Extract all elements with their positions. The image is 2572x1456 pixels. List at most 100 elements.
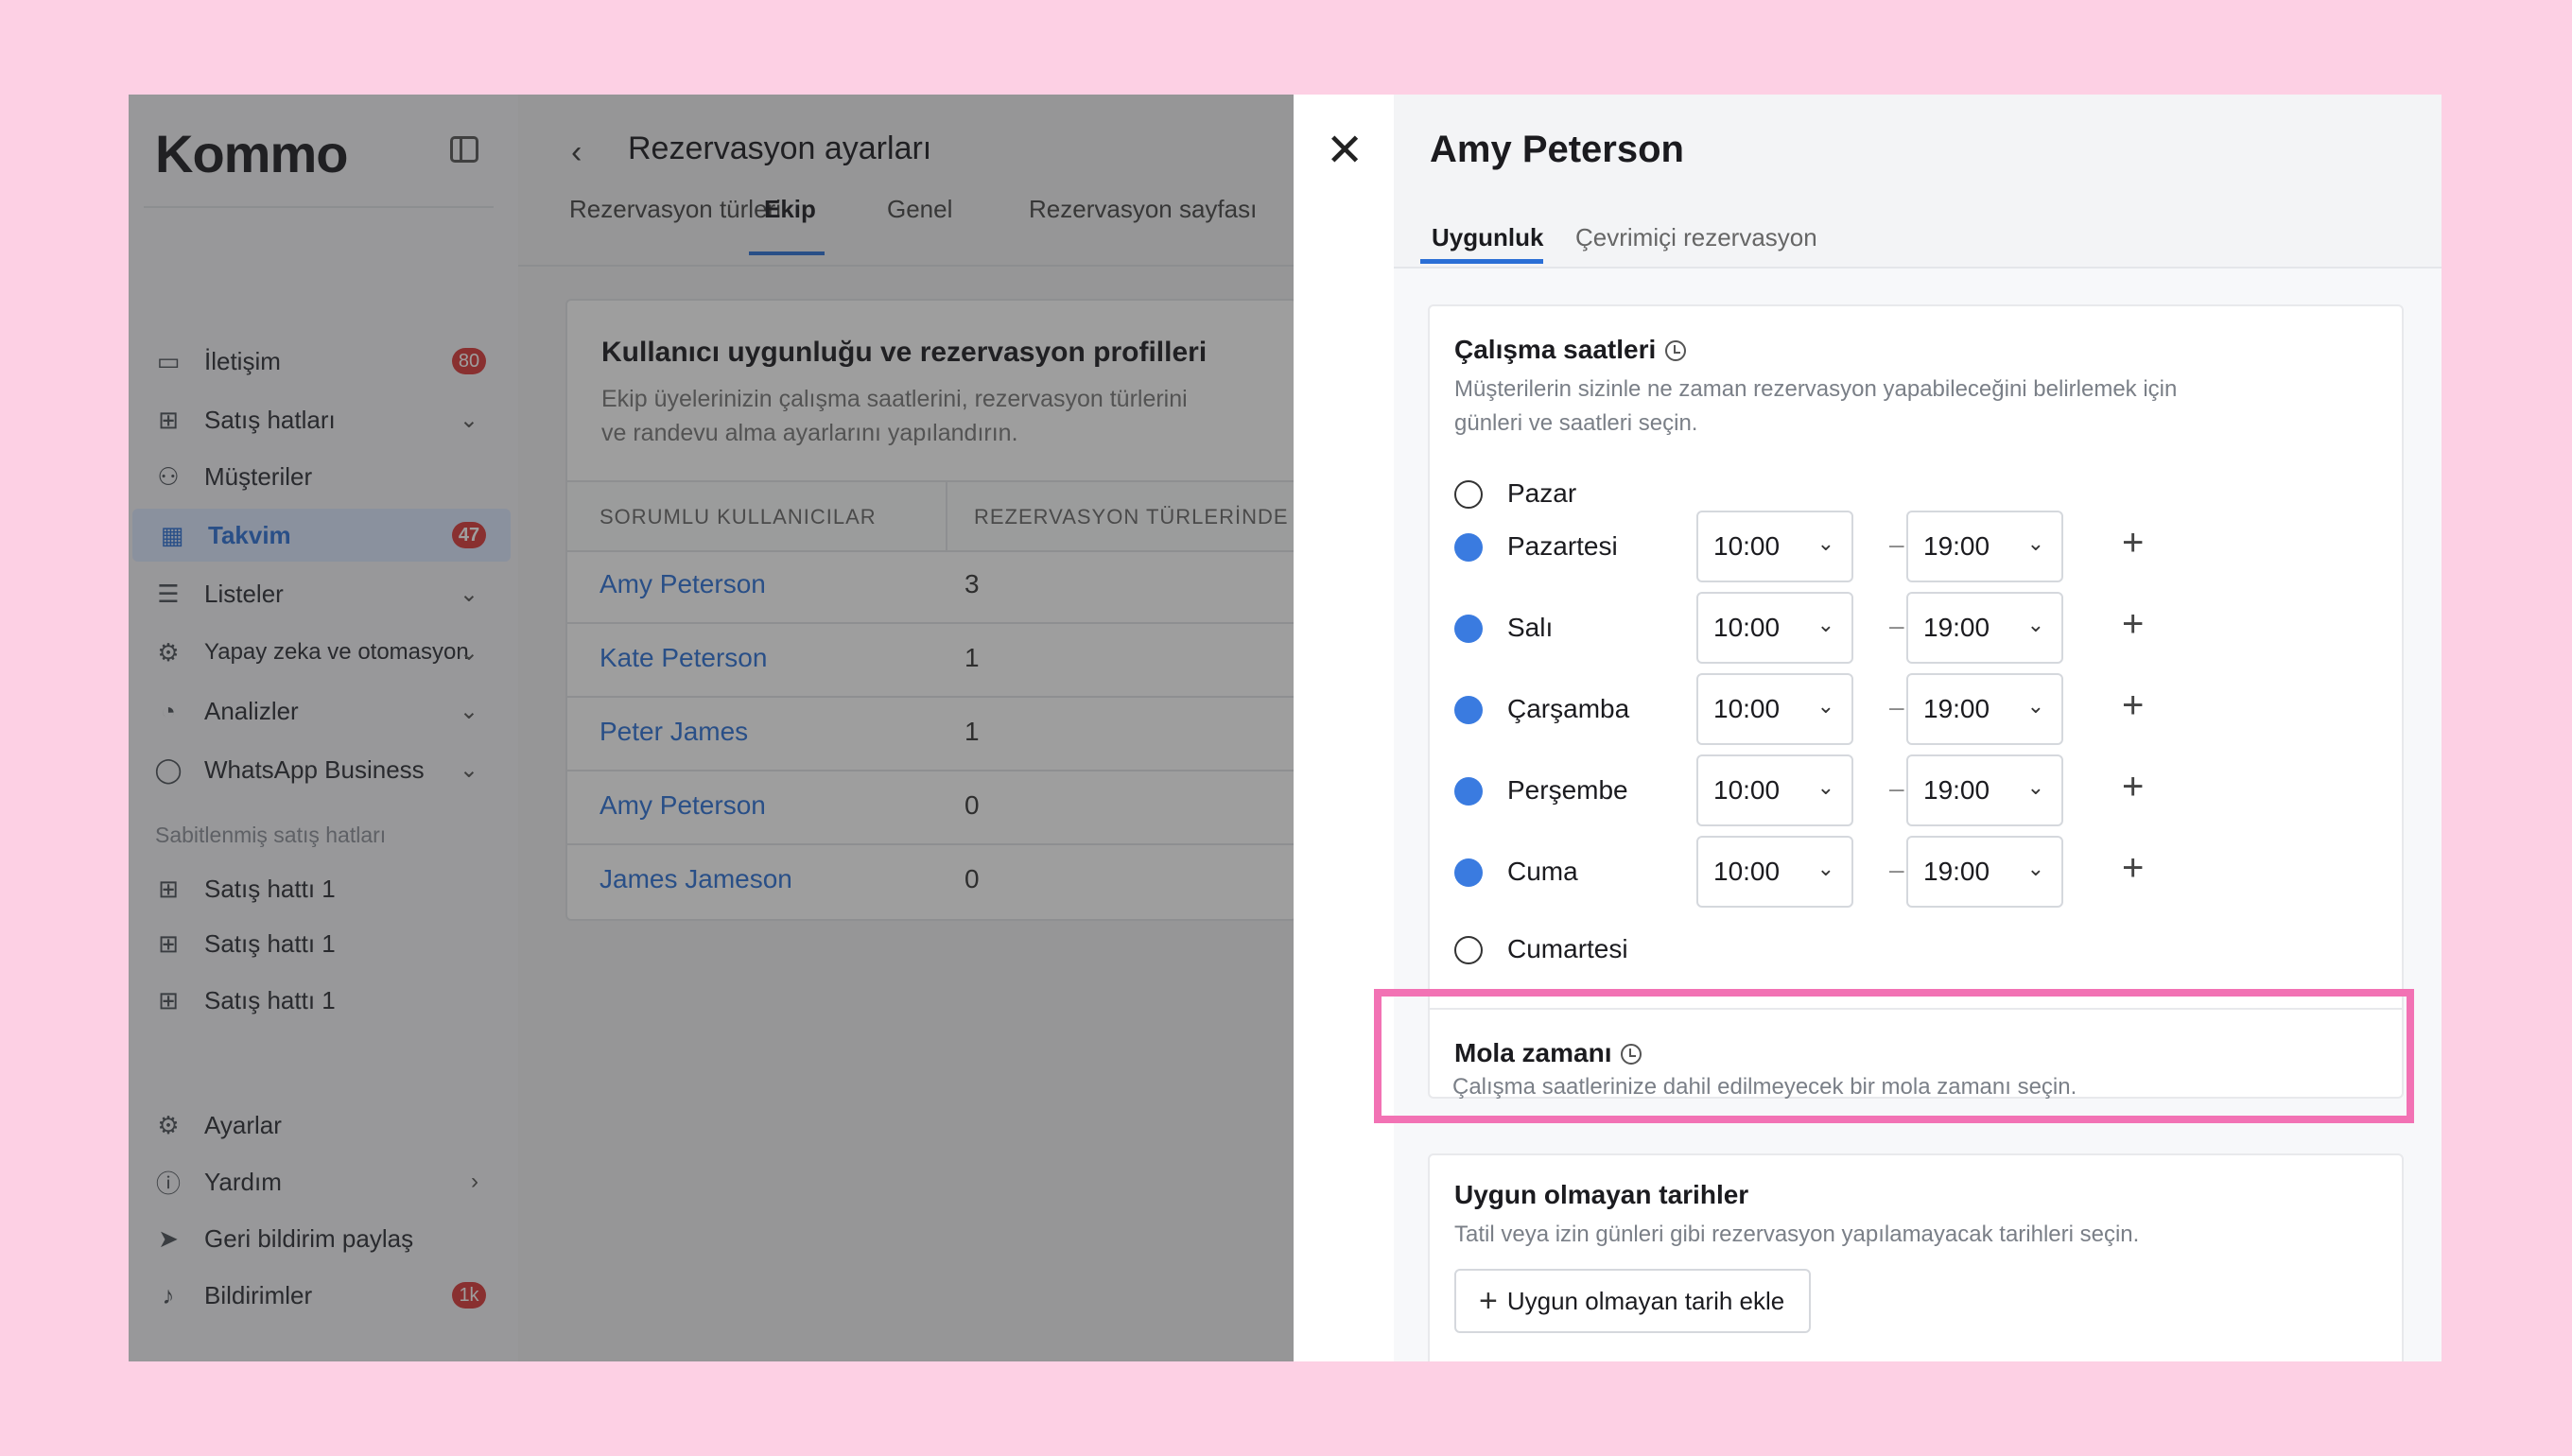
chevron-down-icon: ⌄ bbox=[459, 581, 478, 607]
chevron-down-icon: ⌄ bbox=[1816, 857, 1834, 880]
add-unavailable-date-button[interactable]: + Uygun olmayan tarih ekle bbox=[1454, 1269, 1812, 1333]
working-hours-title: Çalışma saatleri bbox=[1454, 335, 1657, 364]
chevron-down-icon: ⌄ bbox=[459, 757, 478, 783]
count-badge: 47 bbox=[452, 522, 486, 548]
end-time-select[interactable]: 19:00 ⌄ bbox=[1906, 836, 2063, 908]
user-link[interactable]: Peter James bbox=[600, 717, 748, 747]
card-description-line: Ekip üyelerinizin çalışma saatlerini, re… bbox=[601, 386, 1188, 412]
sidebar-item-bildirimler[interactable]: ♪ Bildirimler 1k bbox=[129, 1269, 511, 1322]
sidebar-item-geri-bildirim[interactable]: ➤ Geri bildirim paylaş bbox=[129, 1212, 511, 1265]
sidebar-item-label: Geri bildirim paylaş bbox=[204, 1223, 414, 1253]
card-description-line: ve randevu alma ayarlarını yapılandırın. bbox=[601, 420, 1018, 446]
sidebar-item-ayarlar[interactable]: ⚙ Ayarlar bbox=[129, 1099, 511, 1152]
pinned-pipeline[interactable]: ⊞ Satış hattı 1 bbox=[129, 917, 511, 970]
panel-header: Amy Peterson Uygunluk Çevrimiçi rezervas… bbox=[1394, 95, 2442, 269]
booking-type-count: 0 bbox=[964, 790, 980, 820]
sidebar-item-label: Analizler bbox=[204, 696, 299, 725]
back-chevron-icon[interactable]: ‹ bbox=[571, 134, 582, 171]
day-toggle[interactable] bbox=[1454, 858, 1483, 887]
user-link[interactable]: Kate Peterson bbox=[600, 643, 767, 673]
card-description: Ekip üyelerinizin çalışma saatlerini, re… bbox=[601, 382, 1244, 450]
day-toggle[interactable] bbox=[1454, 480, 1483, 509]
tab-cevrimici-rezervasyon[interactable]: Çevrimiçi rezervasyon bbox=[1575, 223, 1817, 252]
close-icon[interactable]: ✕ bbox=[1326, 129, 1364, 174]
table-row[interactable]: Kate Peterson 1 bbox=[567, 622, 1295, 698]
sidebar-item-iletisim[interactable]: ▭ İletişim 80 bbox=[129, 335, 511, 388]
user-link[interactable]: Amy Peterson bbox=[600, 569, 766, 599]
user-link[interactable]: James Jameson bbox=[600, 864, 792, 894]
pinned-pipeline[interactable]: ⊞ Satış hattı 1 bbox=[129, 862, 511, 915]
list-icon: ☰ bbox=[157, 579, 180, 608]
collapse-sidebar-icon[interactable] bbox=[450, 136, 478, 163]
column-header: SORUMLU KULLANICILAR bbox=[600, 505, 877, 529]
sidebar-item-musteriler[interactable]: ⚇ Müşteriler bbox=[129, 450, 511, 503]
start-time-select[interactable]: 10:00 ⌄ bbox=[1696, 592, 1853, 664]
day-row-persembe: Perşembe 10:00 ⌄ – 19:00 ⌄ + bbox=[1454, 754, 2381, 826]
add-interval-icon[interactable]: + bbox=[2122, 766, 2144, 808]
sidebar-item-yapay-zeka[interactable]: ⚙ Yapay zeka ve otomasyon ⌄ bbox=[129, 626, 511, 679]
sidebar-item-analizler[interactable]: ◔ Analizler ⌄ bbox=[129, 685, 511, 737]
pinned-pipeline-label: Satış hattı 1 bbox=[204, 874, 336, 903]
user-availability-panel: Amy Peterson Uygunluk Çevrimiçi rezervas… bbox=[1394, 95, 2442, 1361]
sidebar-item-listeler[interactable]: ☰ Listeler ⌄ bbox=[129, 567, 511, 620]
sidebar-item-label: Takvim bbox=[208, 520, 291, 549]
end-time-select[interactable]: 19:00 ⌄ bbox=[1906, 673, 2063, 745]
people-icon: ⚇ bbox=[157, 461, 180, 491]
tab-genel[interactable]: Genel bbox=[887, 195, 952, 224]
start-time-select[interactable]: 10:00 ⌄ bbox=[1696, 836, 1853, 908]
sidebar-item-label: Ayarlar bbox=[204, 1110, 282, 1139]
day-toggle[interactable] bbox=[1454, 533, 1483, 562]
sidebar-item-satis-hatlari[interactable]: ⊞ Satış hatları ⌄ bbox=[129, 393, 511, 446]
end-time-value: 19:00 bbox=[1923, 857, 1990, 886]
tab-rezervasyon-turleri[interactable]: Rezervasyon türleri bbox=[569, 195, 781, 224]
time-range-dash: – bbox=[1889, 611, 1904, 640]
table-row[interactable]: Amy Peterson 0 bbox=[567, 770, 1295, 845]
sidebar-item-yardim[interactable]: ⓘ Yardım › bbox=[129, 1155, 511, 1208]
sidebar-item-whatsapp[interactable]: ◯ WhatsApp Business ⌄ bbox=[129, 743, 511, 796]
tab-uygunluk[interactable]: Uygunluk bbox=[1432, 223, 1543, 252]
start-time-select[interactable]: 10:00 ⌄ bbox=[1696, 754, 1853, 826]
help-icon: ⓘ bbox=[155, 1169, 181, 1198]
table-row[interactable]: James Jameson 0 bbox=[567, 843, 1295, 917]
day-toggle[interactable] bbox=[1454, 696, 1483, 724]
panel-close-column: ✕ bbox=[1294, 95, 1396, 1361]
notification-badge: 1k bbox=[452, 1282, 486, 1309]
add-interval-icon[interactable]: + bbox=[2122, 685, 2144, 727]
start-time-select[interactable]: 10:00 ⌄ bbox=[1696, 511, 1853, 582]
tab-ekip[interactable]: Ekip bbox=[764, 195, 816, 224]
tab-rezervasyon-sayfasi[interactable]: Rezervasyon sayfası bbox=[1029, 195, 1257, 224]
pipeline-icon: ⊞ bbox=[158, 405, 179, 434]
sidebar-item-label: Müşteriler bbox=[204, 461, 313, 491]
time-range-dash: – bbox=[1889, 855, 1904, 884]
table-row[interactable]: Amy Peterson 3 bbox=[567, 548, 1295, 624]
start-time-select[interactable]: 10:00 ⌄ bbox=[1696, 673, 1853, 745]
end-time-select[interactable]: 19:00 ⌄ bbox=[1906, 754, 2063, 826]
day-label: Perşembe bbox=[1507, 775, 1628, 805]
add-interval-icon[interactable]: + bbox=[2122, 522, 2144, 564]
day-label: Cumartesi bbox=[1507, 934, 1628, 963]
user-link[interactable]: Amy Peterson bbox=[600, 790, 766, 821]
sidebar-item-label: Bildirimler bbox=[204, 1280, 313, 1309]
day-row-pazartesi: Pazartesi 10:00 ⌄ – 19:00 ⌄ + bbox=[1454, 511, 2381, 582]
day-toggle[interactable] bbox=[1454, 615, 1483, 643]
pipeline-icon: ⊞ bbox=[158, 928, 179, 958]
end-time-select[interactable]: 19:00 ⌄ bbox=[1906, 592, 2063, 664]
chevron-down-icon: ⌄ bbox=[1816, 775, 1834, 799]
sidebar-item-takvim[interactable]: ▦ Takvim 47 bbox=[132, 509, 511, 562]
card-title: Kullanıcı uygunluğu ve rezervasyon profi… bbox=[601, 337, 1208, 368]
day-toggle[interactable] bbox=[1454, 777, 1483, 806]
sidebar-item-label: Yardım bbox=[204, 1167, 282, 1196]
end-time-select[interactable]: 19:00 ⌄ bbox=[1906, 511, 2063, 582]
chat-icon: ▭ bbox=[156, 346, 181, 375]
day-label: Pazartesi bbox=[1507, 531, 1618, 561]
add-interval-icon[interactable]: + bbox=[2122, 603, 2144, 646]
section-description: Müşterilerin sizinle ne zaman rezervasyo… bbox=[1454, 373, 2211, 441]
add-interval-icon[interactable]: + bbox=[2122, 847, 2144, 890]
unread-badge: 80 bbox=[452, 348, 486, 374]
end-time-value: 19:00 bbox=[1923, 531, 1990, 561]
pinned-pipeline[interactable]: ⊞ Satış hattı 1 bbox=[129, 974, 511, 1027]
end-time-value: 19:00 bbox=[1923, 775, 1990, 805]
table-row[interactable]: Peter James 1 bbox=[567, 696, 1295, 771]
day-toggle[interactable] bbox=[1454, 936, 1483, 964]
chevron-down-icon: ⌄ bbox=[2026, 775, 2044, 799]
